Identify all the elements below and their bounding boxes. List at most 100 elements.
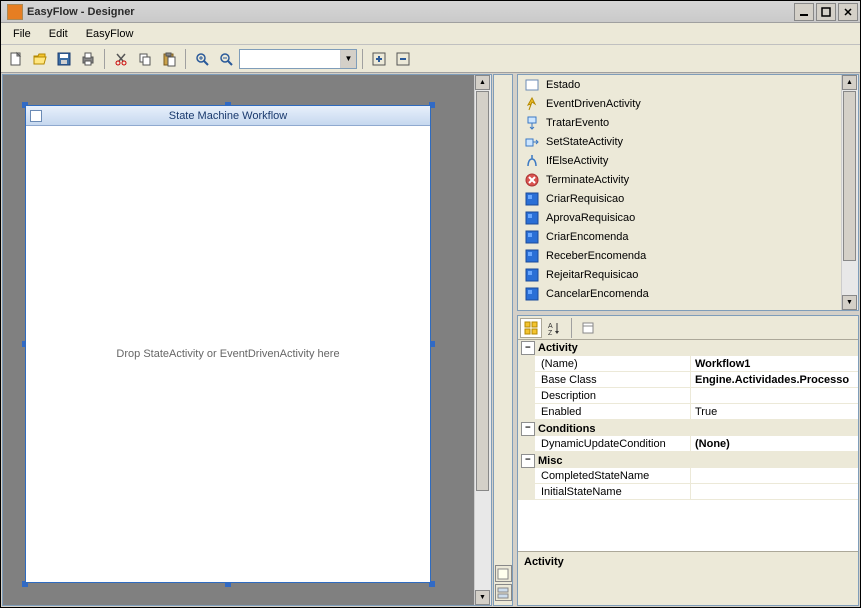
toolbox-item-label: Estado — [546, 79, 580, 91]
collapse-icon[interactable]: − — [521, 341, 535, 355]
toolbox-item[interactable]: AprovaRequisicao — [518, 208, 841, 227]
scroll-up-button[interactable]: ▲ — [842, 75, 857, 90]
scroll-down-button[interactable]: ▼ — [475, 590, 490, 605]
property-value[interactable]: Engine.Actividades.Processo — [691, 372, 858, 388]
toolbox-item[interactable]: CancelarEncomenda — [518, 284, 841, 303]
property-row[interactable]: Base ClassEngine.Actividades.Processo — [518, 372, 858, 388]
designer-canvas[interactable]: State Machine Workflow Drop StateActivit… — [3, 75, 474, 605]
property-name: (Name) — [535, 356, 691, 372]
toolbox-item[interactable]: EventDrivenActivity — [518, 94, 841, 113]
scroll-down-button[interactable]: ▼ — [842, 295, 857, 310]
save-button[interactable] — [53, 48, 75, 70]
properties-toolbar: AZ — [518, 316, 858, 340]
toolbox-item[interactable]: IfElseActivity — [518, 151, 841, 170]
property-category[interactable]: −Misc — [518, 452, 858, 468]
toolbox-item-label: SetStateActivity — [546, 136, 623, 148]
property-value[interactable]: True — [691, 404, 858, 420]
property-row[interactable]: EnabledTrue — [518, 404, 858, 420]
collapse-icon[interactable]: − — [521, 454, 535, 468]
property-value[interactable]: (None) — [691, 436, 858, 452]
toolbox-item-label: ReceberEncomenda — [546, 250, 646, 262]
toolbox-item[interactable]: SetStateActivity — [518, 132, 841, 151]
property-row[interactable]: DynamicUpdateCondition(None) — [518, 436, 858, 452]
open-button[interactable] — [29, 48, 51, 70]
right-panels: Estado EventDrivenActivity TratarEvento Set… — [517, 74, 859, 606]
toolbox-item-label: EventDrivenActivity — [546, 98, 641, 110]
property-name: DynamicUpdateCondition — [535, 436, 691, 452]
view-button-1[interactable] — [495, 565, 512, 582]
toolbox-item-label: RejeitarRequisicao — [546, 269, 638, 281]
toolbox-list[interactable]: Estado EventDrivenActivity TratarEvento Set… — [518, 75, 841, 310]
collapse-icon[interactable]: − — [521, 422, 535, 436]
scrollbar-vertical[interactable]: ▲ ▼ — [841, 75, 858, 310]
toolbox-item[interactable]: CriarEncomenda — [518, 227, 841, 246]
property-row[interactable]: Description — [518, 388, 858, 404]
toolbox-item[interactable]: TratarEvento — [518, 113, 841, 132]
toolbox-item[interactable]: ReceberEncomenda — [518, 246, 841, 265]
zoom-combo[interactable]: ▼ — [239, 49, 357, 69]
toolbox-item[interactable]: RejeitarRequisicao — [518, 265, 841, 284]
menu-file[interactable]: File — [5, 26, 39, 42]
scroll-thumb[interactable] — [843, 91, 856, 261]
toolbox-item-label: AprovaRequisicao — [546, 212, 635, 224]
property-name: InitialStateName — [535, 484, 691, 500]
print-button[interactable] — [77, 48, 99, 70]
toolbox-item-label: TratarEvento — [546, 117, 609, 129]
paste-button[interactable] — [158, 48, 180, 70]
workflow-header[interactable]: State Machine Workflow — [26, 106, 430, 126]
titlebar: EasyFlow - Designer — [1, 1, 860, 23]
close-button[interactable] — [838, 3, 858, 21]
zoomout-button[interactable] — [215, 48, 237, 70]
workflow-body[interactable]: Drop StateActivity or EventDrivenActivit… — [26, 126, 430, 582]
custom-icon — [524, 248, 540, 264]
menubar: File Edit EasyFlow — [1, 23, 860, 45]
copy-button[interactable] — [134, 48, 156, 70]
menu-edit[interactable]: Edit — [41, 26, 76, 42]
property-value[interactable]: Workflow1 — [691, 356, 858, 372]
custom-icon — [524, 210, 540, 226]
svg-text:A: A — [548, 323, 553, 330]
view-button-2[interactable] — [495, 584, 512, 601]
property-name: CompletedStateName — [535, 468, 691, 484]
property-row[interactable]: (Name)Workflow1 — [518, 356, 858, 372]
alphabetical-button[interactable]: AZ — [544, 318, 566, 338]
window-title: EasyFlow - Designer — [27, 6, 794, 18]
expand-button[interactable] — [368, 48, 390, 70]
property-category[interactable]: −Activity — [518, 340, 858, 356]
property-category[interactable]: −Conditions — [518, 420, 858, 436]
scroll-up-button[interactable]: ▲ — [475, 75, 490, 90]
state-icon — [30, 110, 42, 122]
new-button[interactable] — [5, 48, 27, 70]
custom-icon — [524, 267, 540, 283]
minimize-button[interactable] — [794, 3, 814, 21]
scrollbar-vertical[interactable]: ▲ ▼ — [474, 75, 491, 605]
toolbox-item-label: TerminateActivity — [546, 174, 629, 186]
property-pages-button[interactable] — [577, 318, 599, 338]
property-value[interactable] — [691, 388, 858, 404]
property-name: Enabled — [535, 404, 691, 420]
property-row[interactable]: CompletedStateName — [518, 468, 858, 484]
cut-button[interactable] — [110, 48, 132, 70]
designer-panel: State Machine Workflow Drop StateActivit… — [2, 74, 492, 606]
menu-easyflow[interactable]: EasyFlow — [78, 26, 142, 42]
maximize-button[interactable] — [816, 3, 836, 21]
description-title: Activity — [524, 556, 852, 568]
property-row[interactable]: InitialStateName — [518, 484, 858, 500]
property-value[interactable] — [691, 484, 858, 500]
toolbox-item[interactable]: TerminateActivity — [518, 170, 841, 189]
handle-icon — [524, 115, 540, 131]
toolbox-item[interactable]: Estado — [518, 75, 841, 94]
window-controls — [794, 3, 858, 21]
scroll-thumb[interactable] — [476, 91, 489, 491]
property-value[interactable] — [691, 468, 858, 484]
content-area: State Machine Workflow Drop StateActivit… — [1, 73, 860, 607]
toolbox-item-label: IfElseActivity — [546, 155, 608, 167]
workflow-designer[interactable]: State Machine Workflow Drop StateActivit… — [25, 105, 431, 583]
properties-grid[interactable]: −Activity(Name)Workflow1Base ClassEngine… — [518, 340, 858, 551]
zoomin-button[interactable] — [191, 48, 213, 70]
chevron-down-icon[interactable]: ▼ — [340, 50, 356, 68]
categorized-button[interactable] — [520, 318, 542, 338]
toolbox-item-label: CancelarEncomenda — [546, 288, 649, 300]
toolbox-item[interactable]: CriarRequisicao — [518, 189, 841, 208]
collapse-button[interactable] — [392, 48, 414, 70]
